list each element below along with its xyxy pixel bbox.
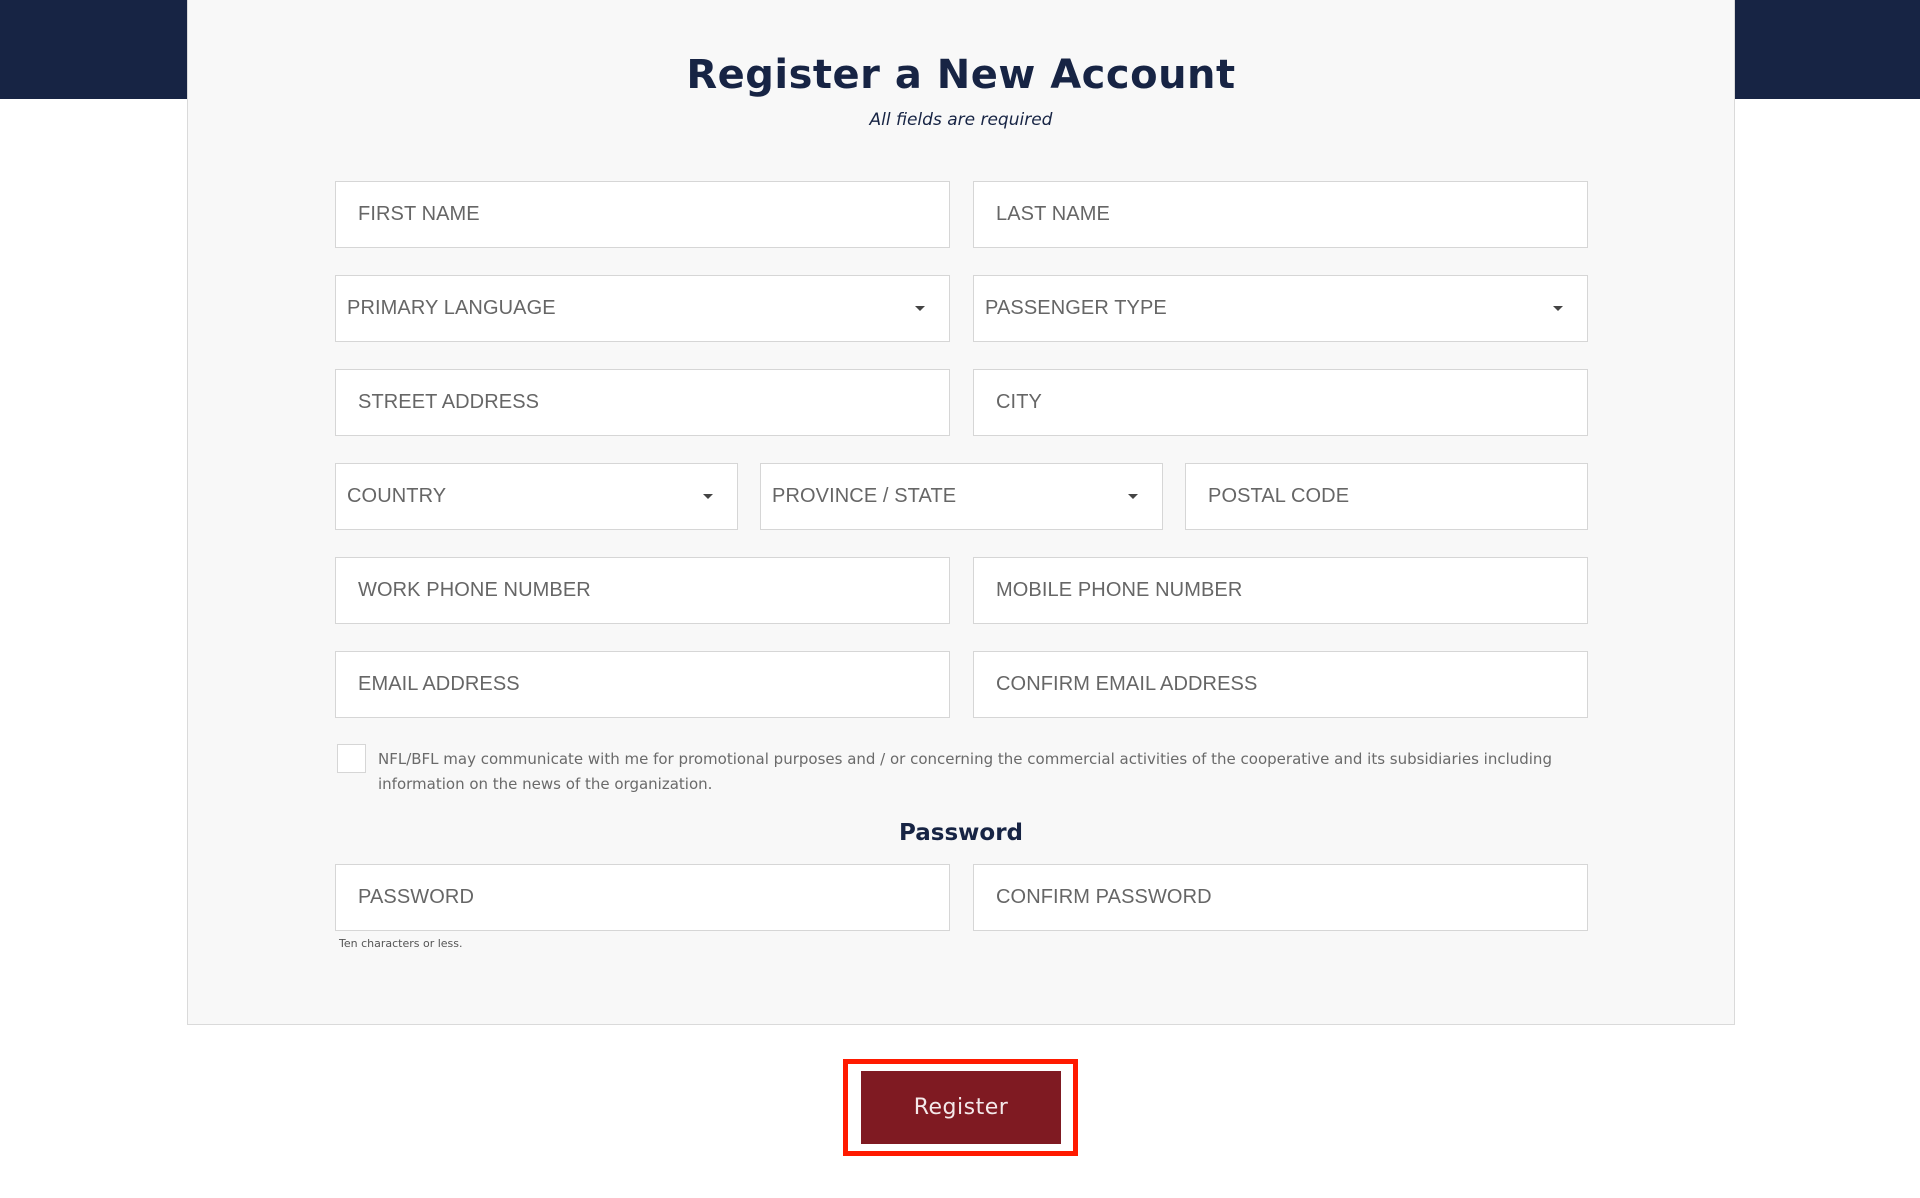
street-address-placeholder: STREET ADDRESS — [358, 391, 540, 413]
email-input[interactable]: EMAIL ADDRESS — [335, 651, 950, 718]
email-placeholder: EMAIL ADDRESS — [358, 673, 520, 695]
street-address-input[interactable]: STREET ADDRESS — [335, 369, 950, 436]
province-state-placeholder: PROVINCE / STATE — [772, 485, 957, 507]
country-select[interactable]: COUNTRY — [335, 463, 738, 530]
country-placeholder: COUNTRY — [347, 485, 447, 507]
mobile-phone-placeholder: MOBILE PHONE NUMBER — [996, 579, 1243, 601]
first-name-placeholder: FIRST NAME — [358, 203, 480, 225]
confirm-password-placeholder: CONFIRM PASSWORD — [996, 886, 1212, 908]
chevron-down-icon — [915, 306, 925, 311]
passenger-type-placeholder: PASSENGER TYPE — [985, 297, 1167, 319]
city-placeholder: CITY — [996, 391, 1042, 413]
consent-row: NFL/BFL may communicate with me for prom… — [337, 744, 1597, 797]
primary-language-placeholder: PRIMARY LANGUAGE — [347, 297, 556, 319]
last-name-input[interactable]: LAST NAME — [973, 181, 1588, 248]
consent-label: NFL/BFL may communicate with me for prom… — [378, 750, 1552, 793]
postal-code-placeholder: POSTAL CODE — [1208, 485, 1350, 507]
first-name-input[interactable]: FIRST NAME — [335, 181, 950, 248]
chevron-down-icon — [703, 494, 713, 499]
last-name-placeholder: LAST NAME — [996, 203, 1110, 225]
work-phone-input[interactable]: WORK PHONE NUMBER — [335, 557, 950, 624]
password-placeholder: PASSWORD — [358, 886, 474, 908]
password-hint: Ten characters or less. — [339, 937, 463, 950]
confirm-email-placeholder: CONFIRM EMAIL ADDRESS — [996, 673, 1258, 695]
password-heading: Password — [899, 820, 1023, 846]
city-input[interactable]: CITY — [973, 369, 1588, 436]
required-note: All fields are required — [869, 110, 1053, 130]
page-title: Register a New Account — [686, 52, 1236, 98]
confirm-email-input[interactable]: CONFIRM EMAIL ADDRESS — [973, 651, 1588, 718]
confirm-password-input[interactable]: CONFIRM PASSWORD — [973, 864, 1588, 931]
postal-code-input[interactable]: POSTAL CODE — [1185, 463, 1588, 530]
register-button[interactable]: Register — [861, 1071, 1061, 1144]
work-phone-placeholder: WORK PHONE NUMBER — [358, 579, 591, 601]
chevron-down-icon — [1128, 494, 1138, 499]
passenger-type-select[interactable]: PASSENGER TYPE — [973, 275, 1588, 342]
province-state-select[interactable]: PROVINCE / STATE — [760, 463, 1163, 530]
primary-language-select[interactable]: PRIMARY LANGUAGE — [335, 275, 950, 342]
mobile-phone-input[interactable]: MOBILE PHONE NUMBER — [973, 557, 1588, 624]
consent-checkbox[interactable] — [337, 744, 366, 773]
chevron-down-icon — [1553, 306, 1563, 311]
registration-card: Register a New Account All fields are re… — [187, 0, 1735, 1025]
password-input[interactable]: PASSWORD — [335, 864, 950, 931]
